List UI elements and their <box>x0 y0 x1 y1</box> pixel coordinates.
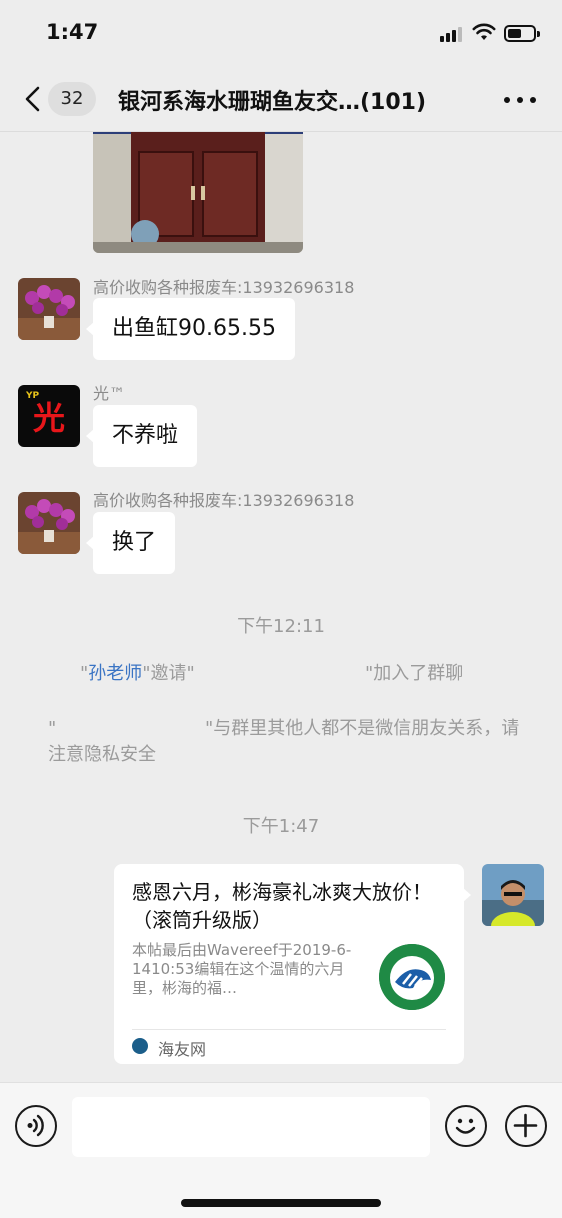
system-text: "加入了群聊 <box>365 663 464 684</box>
battery-level <box>508 29 522 38</box>
system-message-warning: "与群里其他人都不是微信朋友关系，请注意隐私安全 <box>48 718 520 765</box>
chevron-left-icon <box>25 86 40 112</box>
card-title: 感恩六月，彬海豪礼冰爽大放价！（滚筒升级版） <box>132 880 432 932</box>
message-bubble[interactable]: 出鱼缸90.65.55 <box>86 298 295 360</box>
card-divider <box>132 1029 446 1030</box>
input-bar <box>0 1082 562 1218</box>
nav-bar: 32 银河系海水珊瑚鱼友交…(101) <box>0 66 562 132</box>
more-button[interactable] <box>500 88 540 112</box>
link-card[interactable]: 感恩六月，彬海豪礼冰爽大放价！（滚筒升级版） 本帖最后由Wavereef于201… <box>114 864 471 1064</box>
emoji-button[interactable] <box>445 1105 487 1147</box>
logo-icon <box>379 944 445 1010</box>
battery-icon <box>504 25 540 42</box>
system-text: "邀请" <box>142 663 195 684</box>
svg-text:YP: YP <box>25 391 40 401</box>
back-button[interactable]: 32 <box>18 80 102 118</box>
avatar[interactable] <box>18 278 80 340</box>
status-bar: 1:47 <box>0 0 562 66</box>
timestamp: 下午12:11 <box>237 616 325 637</box>
message-bubble[interactable]: 换了 <box>85 512 176 574</box>
home-indicator <box>181 1199 381 1207</box>
emoji-icon <box>455 1118 476 1134</box>
card-description: 本帖最后由Wavereef于2019-6-1410:53编辑在这个温情的六月里，… <box>132 941 352 997</box>
image-message[interactable] <box>93 132 303 253</box>
system-message-invite: "孙老师"邀请" <box>80 661 195 687</box>
svg-text:光: 光 <box>33 399 65 437</box>
chat-title: 银河系海水珊瑚鱼友交…(101) <box>118 90 427 115</box>
message-input[interactable] <box>72 1097 430 1157</box>
sender-name: 高价收购各种报废车:13932696318 <box>93 278 355 297</box>
card-thumbnail <box>379 944 445 1010</box>
wifi-icon <box>472 23 496 40</box>
sender-name: 光™ <box>93 384 126 403</box>
source-logo-icon <box>132 1038 148 1054</box>
chat-area[interactable]: 高价收购各种报废车:13932696318 出鱼缸90.65.55 光 YP 光… <box>0 132 562 1082</box>
cellular-signal-icon <box>440 26 466 42</box>
person-avatar-image <box>482 864 544 926</box>
plus-button[interactable] <box>505 1105 547 1147</box>
timestamp: 下午1:47 <box>242 816 320 837</box>
avatar[interactable] <box>18 492 80 554</box>
cabinet-photo <box>93 132 303 253</box>
light-avatar-image: 光 YP <box>18 385 80 447</box>
voice-button[interactable] <box>15 1105 57 1147</box>
plus-icon <box>513 1113 538 1138</box>
message-bubble[interactable]: 不养啦 <box>85 405 198 467</box>
inviter-name-link[interactable]: 孙老师 <box>88 663 142 684</box>
voice-icon <box>27 1114 44 1137</box>
status-time: 1:47 <box>46 20 99 44</box>
unread-count-badge: 32 <box>48 82 96 116</box>
card-source: 海友网 <box>158 1040 207 1059</box>
avatar[interactable]: 光 YP <box>18 385 80 447</box>
sender-name: 高价收购各种报废车:13932696318 <box>93 491 355 510</box>
orchid-avatar-image <box>18 278 80 340</box>
orchid-avatar-image <box>18 492 80 554</box>
my-avatar[interactable] <box>482 864 544 926</box>
